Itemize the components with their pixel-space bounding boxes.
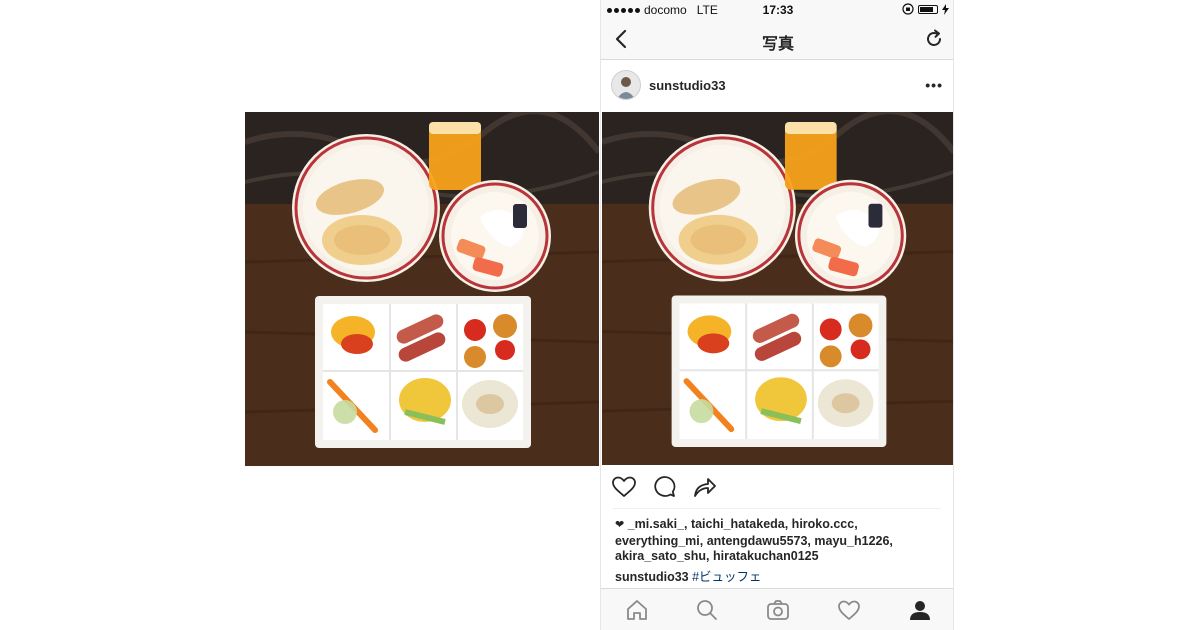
post-actions [601, 474, 953, 504]
avatar[interactable] [611, 70, 641, 100]
navigation-bar: 写真 [601, 20, 953, 60]
likes-line: _mi.saki_, taichi_hatakeda, hiroko.ccc, [627, 517, 858, 531]
home-icon[interactable] [625, 598, 649, 622]
likes-list[interactable]: ❤ _mi.saki_, taichi_hatakeda, hiroko.ccc… [615, 517, 945, 565]
profile-icon[interactable] [908, 598, 932, 622]
instagram-phone-screen: docomo LTE 17:33 写真 sunstudio33 ••• ❤ _m… [600, 0, 954, 630]
camera-icon[interactable] [766, 598, 790, 622]
activity-heart-icon[interactable] [837, 598, 861, 622]
hashtag-link[interactable]: #ビュッフェ [692, 570, 761, 584]
more-horizontal-icon[interactable]: ••• [925, 78, 943, 92]
orientation-lock-icon [902, 3, 914, 15]
tab-bar [601, 588, 953, 630]
caption-username[interactable]: sunstudio33 [615, 570, 689, 584]
comment-icon[interactable] [651, 474, 677, 500]
small-heart-icon: ❤ [615, 519, 625, 531]
page-title: 写真 [761, 36, 794, 53]
food-photo-preview [245, 112, 599, 466]
divider [613, 508, 941, 509]
post-caption: sunstudio33 #ビュッフェ [615, 570, 762, 585]
heart-icon[interactable] [611, 474, 637, 500]
charging-bolt-icon [942, 3, 949, 15]
share-icon[interactable] [691, 474, 717, 500]
likes-line: akira_sato_shu, hiratakuchan0125 [615, 549, 819, 563]
post-photo[interactable] [602, 112, 954, 465]
post-header: sunstudio33 ••• [601, 60, 953, 112]
post-username[interactable]: sunstudio33 [649, 78, 726, 93]
search-icon[interactable] [695, 598, 719, 622]
likes-line: everything_mi, antengdawu5573, mayu_h122… [615, 533, 893, 548]
refresh-icon[interactable] [923, 28, 945, 50]
battery-icon [918, 4, 938, 14]
status-bar: docomo LTE 17:33 [601, 0, 953, 20]
